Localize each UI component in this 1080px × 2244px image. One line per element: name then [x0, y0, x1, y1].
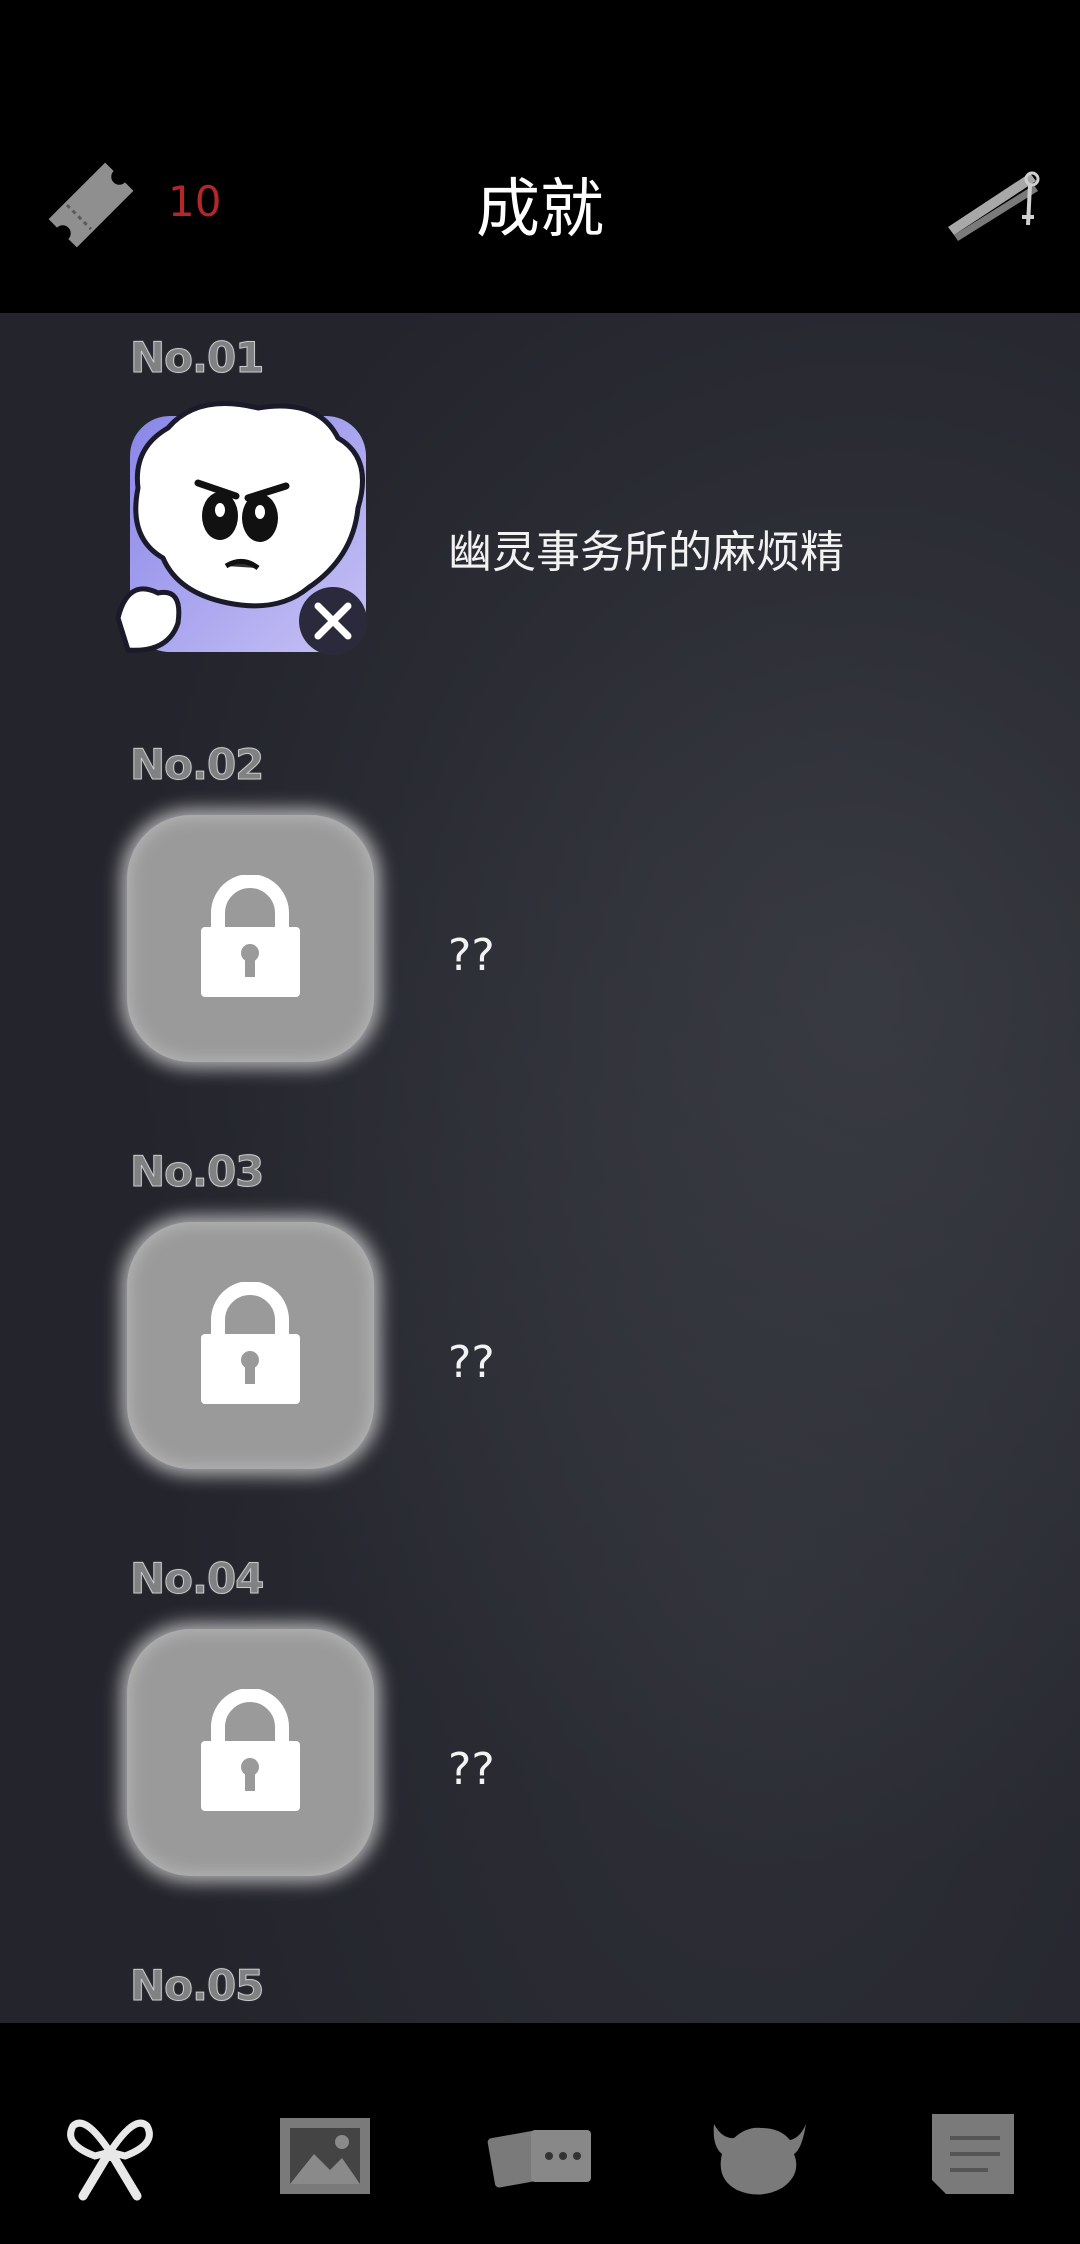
locked-tile — [127, 1222, 374, 1469]
achievement-number: No.04 — [129, 1554, 264, 1604]
top-bar: 10 成就 — [0, 0, 1080, 313]
achievement-number: No.03 — [129, 1147, 264, 1197]
achievement-number: No.02 — [129, 740, 264, 790]
achievement-number: No.01 — [129, 333, 264, 383]
achievement-item[interactable]: No.05 — [0, 1951, 1080, 2023]
lock-icon — [201, 1282, 300, 1404]
achievement-name: ?? — [448, 1744, 495, 1795]
achievement-item[interactable]: No.01 幽灵事务所的麻烦精 — [0, 323, 1080, 723]
tweezers-icon[interactable] — [940, 155, 1050, 255]
achievement-item[interactable]: No.02 ?? — [0, 730, 1080, 1130]
ox-icon[interactable] — [702, 2104, 812, 2204]
lock-icon — [201, 875, 300, 997]
achievement-list[interactable]: No.01 幽灵事务所的麻烦精 No.02 ?? No.03 ?? No.04 … — [0, 313, 1080, 2023]
achievement-number: No.05 — [129, 1961, 264, 2011]
achievement-name: ?? — [448, 930, 495, 981]
page-title: 成就 — [476, 173, 604, 247]
bottom-nav — [0, 2024, 1080, 2244]
achievement-name: ?? — [448, 1337, 495, 1388]
achievement-name: 幽灵事务所的麻烦精 — [448, 527, 844, 578]
photos-icon[interactable] — [272, 2104, 382, 2204]
achievement-item[interactable]: No.03 ?? — [0, 1137, 1080, 1537]
ribbon-icon[interactable] — [55, 2104, 165, 2204]
locked-tile — [127, 815, 374, 1062]
lock-icon — [201, 1689, 300, 1811]
cards-icon[interactable] — [487, 2104, 597, 2204]
notes-icon[interactable] — [918, 2104, 1028, 2204]
locked-tile — [127, 1629, 374, 1876]
ghost-avatar-icon — [115, 401, 367, 655]
achievement-item[interactable]: No.04 ?? — [0, 1544, 1080, 1944]
